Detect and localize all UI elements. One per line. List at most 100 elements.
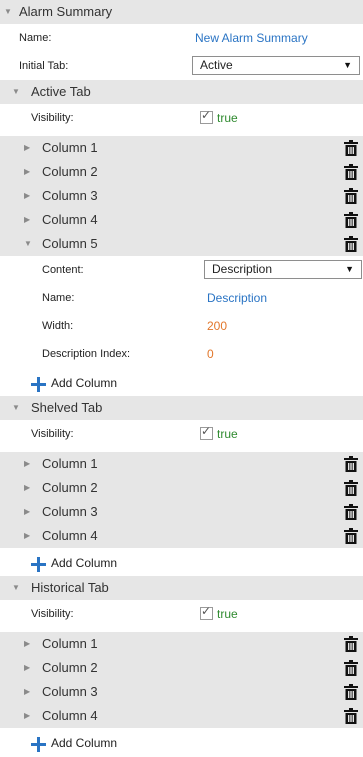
column-label: Column 3 — [42, 684, 98, 699]
initial-tab-label: Initial Tab: — [19, 60, 69, 72]
active-add-column-button[interactable]: Add Column — [0, 368, 363, 396]
triangle-down-icon[interactable]: ▼ — [24, 232, 32, 256]
triangle-right-icon[interactable]: ▶ — [24, 680, 30, 704]
trash-icon[interactable] — [344, 480, 358, 496]
triangle-right-icon[interactable]: ▶ — [24, 136, 30, 160]
active-tab-title: Active Tab — [31, 84, 91, 99]
add-column-label: Add Column — [51, 556, 118, 570]
triangle-down-icon[interactable]: ▼ — [4, 0, 12, 24]
column-name-property-row: Name: Description — [0, 284, 363, 312]
width-property-row: Width: 200 — [0, 312, 363, 340]
active-visibility-checkbox[interactable]: ✓ — [200, 108, 213, 124]
active-tab-header[interactable]: ▼ Active Tab — [0, 80, 363, 104]
column-row[interactable]: ▶ Column 2 — [0, 656, 363, 680]
column-label: Column 2 — [42, 660, 98, 675]
trash-icon[interactable] — [344, 660, 358, 676]
trash-icon[interactable] — [344, 504, 358, 520]
initial-tab-select[interactable]: Active ▼ — [192, 56, 360, 75]
column-label: Column 3 — [42, 504, 98, 519]
content-selected-value: Description — [212, 262, 273, 276]
triangle-right-icon[interactable]: ▶ — [24, 500, 30, 524]
initial-tab-property-row: Initial Tab: Active ▼ — [0, 52, 363, 80]
triangle-right-icon[interactable]: ▶ — [24, 452, 30, 476]
trash-icon[interactable] — [344, 236, 358, 252]
triangle-down-icon[interactable]: ▼ — [12, 396, 20, 420]
checkmark-icon: ✓ — [201, 424, 212, 438]
column-label: Column 4 — [42, 708, 98, 723]
column-row[interactable]: ▶ Column 2 — [0, 476, 363, 500]
column-row[interactable]: ▶ Column 4 — [0, 704, 363, 728]
shelved-visibility-value: true — [217, 427, 238, 441]
column-row[interactable]: ▶ Column 4 — [0, 524, 363, 548]
initial-tab-selected-value: Active — [200, 58, 233, 72]
column-row[interactable]: ▼ Column 5 — [0, 232, 363, 256]
column-row[interactable]: ▶ Column 1 — [0, 632, 363, 656]
trash-icon[interactable] — [344, 212, 358, 228]
triangle-down-icon[interactable]: ▼ — [12, 576, 20, 600]
shelved-add-column-button[interactable]: Add Column — [0, 548, 363, 576]
triangle-right-icon[interactable]: ▶ — [24, 656, 30, 680]
triangle-right-icon[interactable]: ▶ — [24, 476, 30, 500]
column-name-value[interactable]: Description — [207, 284, 267, 312]
shelved-visibility-label: Visibility: — [31, 428, 74, 440]
checkmark-icon: ✓ — [201, 108, 212, 122]
active-visibility-label: Visibility: — [31, 112, 74, 124]
column-row[interactable]: ▶ Column 3 — [0, 680, 363, 704]
triangle-down-icon[interactable]: ▼ — [12, 80, 20, 104]
triangle-right-icon[interactable]: ▶ — [24, 524, 30, 548]
column-label: Column 1 — [42, 456, 98, 471]
name-label: Name: — [19, 32, 52, 44]
trash-icon[interactable] — [344, 636, 358, 652]
triangle-right-icon[interactable]: ▶ — [24, 208, 30, 232]
column-label: Column 3 — [42, 188, 98, 203]
column-label: Column 4 — [42, 212, 98, 227]
active-visibility-value: true — [217, 111, 238, 125]
historical-add-column-button[interactable]: Add Column — [0, 728, 363, 756]
trash-icon[interactable] — [344, 164, 358, 180]
shelved-visibility-row: Visibility: ✓ true — [0, 420, 363, 448]
triangle-right-icon[interactable]: ▶ — [24, 160, 30, 184]
description-index-value[interactable]: 0 — [207, 340, 214, 368]
column-row[interactable]: ▶ Column 1 — [0, 452, 363, 476]
plus-icon — [31, 557, 46, 572]
historical-tab-header[interactable]: ▼ Historical Tab — [0, 576, 363, 600]
width-value[interactable]: 200 — [207, 312, 227, 340]
column-label: Column 2 — [42, 480, 98, 495]
trash-icon[interactable] — [344, 188, 358, 204]
content-select[interactable]: Description ▼ — [204, 260, 362, 279]
shelved-visibility-checkbox[interactable]: ✓ — [200, 424, 213, 440]
column-label: Column 1 — [42, 636, 98, 651]
name-value[interactable]: New Alarm Summary — [195, 24, 308, 52]
add-column-label: Add Column — [51, 376, 118, 390]
column-row[interactable]: ▶ Column 3 — [0, 184, 363, 208]
trash-icon[interactable] — [344, 708, 358, 724]
column-name-label: Name: — [42, 292, 75, 304]
plus-icon — [31, 377, 46, 392]
trash-icon[interactable] — [344, 456, 358, 472]
column-label: Column 2 — [42, 164, 98, 179]
historical-visibility-row: Visibility: ✓ true — [0, 600, 363, 628]
column-row[interactable]: ▶ Column 1 — [0, 136, 363, 160]
name-property-row: Name: New Alarm Summary — [0, 24, 363, 52]
historical-visibility-checkbox[interactable]: ✓ — [200, 605, 213, 620]
triangle-right-icon[interactable]: ▶ — [24, 704, 30, 728]
trash-icon[interactable] — [344, 140, 358, 156]
trash-icon[interactable] — [344, 528, 358, 544]
column-row[interactable]: ▶ Column 3 — [0, 500, 363, 524]
shelved-tab-header[interactable]: ▼ Shelved Tab — [0, 396, 363, 420]
column-label: Column 5 — [42, 236, 98, 251]
triangle-right-icon[interactable]: ▶ — [24, 184, 30, 208]
plus-icon — [31, 737, 46, 752]
trash-icon[interactable] — [344, 684, 358, 700]
content-label: Content: — [42, 264, 84, 276]
description-index-property-row: Description Index: 0 — [0, 340, 363, 368]
column-row[interactable]: ▶ Column 2 — [0, 160, 363, 184]
active-columns-list: ▶ Column 1 ▶ Column 2 ▶ Column 3 ▶ Column 4 ▼ Col… — [0, 136, 363, 256]
triangle-right-icon[interactable]: ▶ — [24, 632, 30, 656]
alarm-summary-title: Alarm Summary — [19, 4, 113, 19]
column-row[interactable]: ▶ Column 4 — [0, 208, 363, 232]
alarm-summary-header[interactable]: ▼ Alarm Summary — [0, 0, 363, 24]
shelved-tab-title: Shelved Tab — [31, 400, 103, 415]
column-label: Column 1 — [42, 140, 98, 155]
column-label: Column 4 — [42, 528, 98, 543]
